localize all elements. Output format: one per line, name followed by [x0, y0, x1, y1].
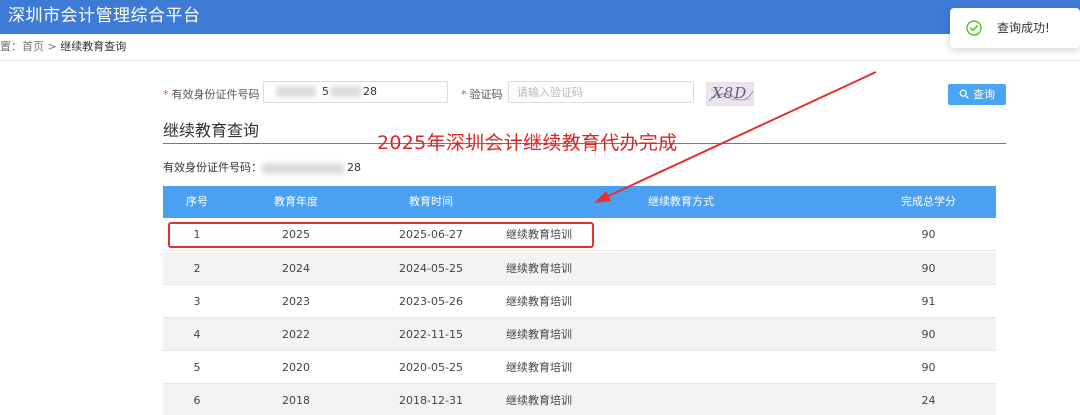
cell-number: 5 — [193, 361, 201, 374]
table-row: 4 2022 2022-11-15 继续教育培训 90 — [163, 318, 996, 351]
query-button[interactable]: 查询 — [948, 84, 1006, 105]
id-number-visible-part-1: 5 — [322, 85, 329, 98]
cell-number: 3 — [193, 295, 201, 308]
cell-credits: 90 — [921, 361, 936, 374]
breadcrumb-separator: > — [44, 40, 61, 53]
divider — [0, 60, 1080, 61]
table-header-row: 序号 教育年度 教育时间 继续教育方式 完成总学分 — [163, 186, 996, 218]
search-icon — [959, 89, 969, 99]
annotation-caption: 2025年深圳会计继续教育代办完成 — [377, 132, 678, 154]
captcha-label-text: 验证码 — [469, 88, 503, 101]
column-header-year: 教育年度 — [274, 195, 318, 208]
table-row: 6 2018 2018-12-31 继续教育培训 24 — [163, 384, 996, 415]
table-row: 5 2020 2020-05-25 继续教育培训 90 — [163, 351, 996, 384]
redacted-id-part — [276, 86, 316, 97]
captcha-input[interactable] — [508, 81, 694, 103]
id-number-label-text: 有效身份证件号码 — [171, 88, 260, 101]
table-row: 2 2024 2024-05-25 继续教育培训 90 — [163, 252, 996, 285]
cell-credits: 90 — [921, 228, 936, 241]
cell-number: 4 — [193, 328, 201, 341]
cell-year: 2020 — [282, 361, 310, 374]
breadcrumb-home-link[interactable]: 首页 — [22, 40, 44, 53]
success-toast: 查询成功! — [950, 8, 1080, 48]
cell-method: 继续教育培训 — [506, 328, 572, 341]
cell-date: 2024-05-25 — [399, 262, 463, 275]
cell-number: 2 — [193, 262, 201, 275]
required-star: * — [461, 88, 467, 101]
breadcrumb-current: 继续教育查询 — [60, 40, 127, 53]
cell-credits: 24 — [921, 394, 936, 407]
id-number-visible-part-2: 28 — [363, 85, 377, 98]
captcha-text: X8D — [712, 84, 748, 102]
cell-date: 2018-12-31 — [399, 394, 463, 407]
column-header-method: 继续教育方式 — [648, 195, 714, 208]
cell-credits: 91 — [921, 295, 936, 308]
breadcrumb-prefix: 置： — [0, 40, 22, 53]
column-header-credits: 完成总学分 — [901, 195, 956, 208]
annotation-highlight-box — [168, 222, 594, 248]
cell-method: 继续教育培训 — [506, 361, 572, 374]
cell-date: 2022-11-15 — [399, 328, 463, 341]
cell-year: 2022 — [282, 328, 310, 341]
cell-year: 2023 — [282, 295, 310, 308]
app-title: 深圳市会计管理综合平台 — [8, 6, 201, 26]
cell-date: 2023-05-26 — [399, 295, 463, 308]
cell-number: 6 — [193, 394, 201, 407]
id-number-summary-label: 有效身份证件号码： — [163, 161, 262, 174]
breadcrumb: 置：首页 > 继续教育查询 — [0, 38, 126, 56]
cell-year: 2018 — [282, 394, 310, 407]
captcha-image[interactable]: X8D — [706, 82, 754, 106]
cell-method: 继续教育培训 — [506, 295, 572, 308]
cell-date: 2020-05-25 — [399, 361, 463, 374]
cell-credits: 90 — [921, 328, 936, 341]
toast-message: 查询成功! — [997, 21, 1050, 35]
captcha-label: * 验证码 — [461, 87, 503, 103]
cell-method: 继续教育培训 — [506, 394, 572, 407]
cell-credits: 90 — [921, 262, 936, 275]
required-star: * — [163, 88, 169, 101]
table-row: 3 2023 2023-05-26 继续教育培训 91 — [163, 285, 996, 318]
column-header-date: 教育时间 — [409, 195, 453, 208]
query-button-label: 查询 — [973, 88, 995, 101]
cell-method: 继续教育培训 — [506, 262, 572, 275]
id-number-summary-tail: 28 — [347, 161, 361, 174]
chevron-right-icon: › — [0, 9, 6, 23]
section-title: 继续教育查询 — [163, 121, 260, 140]
top-header-bar: › 深圳市会计管理综合平台 — [0, 0, 1080, 34]
column-header-number: 序号 — [186, 195, 208, 208]
cell-year: 2024 — [282, 262, 310, 275]
redacted-id-summary — [262, 163, 344, 174]
check-circle-icon — [966, 20, 982, 36]
id-number-label: * 有效身份证件号码 — [163, 87, 260, 103]
redacted-id-part — [330, 86, 362, 97]
